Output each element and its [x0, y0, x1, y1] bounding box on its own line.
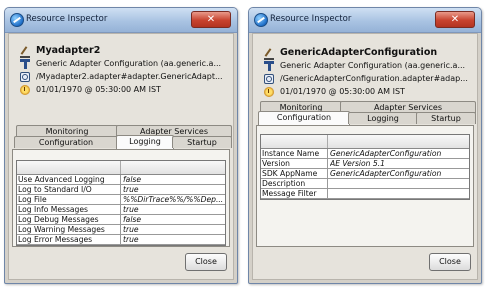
app-icon: [10, 13, 24, 27]
property-value: true: [123, 235, 139, 244]
table-row[interactable]: Log Error Messages true: [17, 235, 225, 245]
table-row[interactable]: Log Debug Messages false: [17, 215, 225, 225]
tab-logging[interactable]: Logging: [116, 135, 174, 149]
resource-type: Generic Adapter Configuration (aa.generi…: [280, 61, 466, 70]
app-icon: [254, 13, 268, 27]
resource-inspector-window-1: Resource Inspector ✕ Myadapter2 Generic …: [4, 7, 238, 284]
column-header-name[interactable]: [17, 161, 121, 174]
close-button[interactable]: Close: [185, 253, 227, 271]
tab-configuration[interactable]: Configuration: [258, 111, 350, 125]
property-name: Description: [262, 179, 328, 188]
resource-path: /Myadapter2.adapter#adapter.GenericAdapt…: [36, 72, 223, 81]
resource-date: 01/01/1970 @ 05:30:00 AM IST: [280, 87, 405, 96]
property-name: Version: [262, 159, 328, 168]
column-header-name[interactable]: [261, 135, 328, 148]
property-value: AE Version 5.1: [330, 159, 385, 168]
table-row[interactable]: Instance Name GenericAdapterConfiguratio…: [261, 149, 469, 159]
table-row[interactable]: Use Advanced Logging false: [17, 175, 225, 185]
tab-logging[interactable]: Logging: [348, 112, 418, 124]
property-value: GenericAdapterConfiguration: [330, 149, 442, 158]
resource-date: 01/01/1970 @ 05:30:00 AM IST: [36, 85, 161, 94]
property-table: Instance Name GenericAdapterConfiguratio…: [260, 134, 470, 200]
table-row[interactable]: Message Filter: [261, 189, 469, 199]
tab-strip: Monitoring Adapter Services Configuratio…: [256, 101, 476, 125]
table-row[interactable]: Log to Standard I/O true: [17, 185, 225, 195]
property-name: Log Error Messages: [18, 235, 121, 244]
property-name: Use Advanced Logging: [18, 175, 121, 184]
resource-name: GenericAdapterConfiguration: [280, 47, 438, 58]
table-row[interactable]: Log Warning Messages true: [17, 225, 225, 235]
resource-inspector-window-2: Resource Inspector ✕ GenericAdapterConfi…: [248, 7, 482, 284]
tab-strip: Monitoring Adapter Services Configuratio…: [12, 125, 232, 149]
property-value: [330, 179, 471, 188]
title-bar[interactable]: Resource Inspector ✕: [5, 8, 237, 33]
table-row[interactable]: Description: [261, 179, 469, 189]
property-value: true: [123, 185, 139, 194]
table-row[interactable]: Version AE Version 5.1: [261, 159, 469, 169]
property-name: Log Debug Messages: [18, 215, 121, 224]
table-header: [261, 135, 469, 149]
tab-startup[interactable]: Startup: [416, 112, 476, 124]
resource-path: /GenericAdapterConfiguration.adapter#ada…: [280, 74, 468, 83]
property-name: Instance Name: [262, 149, 328, 158]
property-value: false: [123, 215, 142, 224]
property-value: [330, 189, 471, 198]
clock-icon: [20, 85, 30, 95]
property-name: Log Info Messages: [18, 205, 121, 214]
property-name: Log to Standard I/O: [18, 185, 121, 194]
type-icon: [20, 59, 30, 69]
table-row[interactable]: Log Info Messages true: [17, 205, 225, 215]
property-name: Message Filter: [262, 189, 328, 198]
table-row[interactable]: SDK AppName GenericAdapterConfiguration: [261, 169, 469, 179]
clock-icon: [264, 87, 274, 97]
property-value: true: [123, 225, 139, 234]
property-value: %%DirTrace%%/%%Dep...: [123, 195, 224, 204]
inspector-content: GenericAdapterConfiguration Generic Adap…: [252, 33, 478, 280]
path-icon: [20, 72, 30, 82]
window-title: Resource Inspector: [270, 14, 352, 24]
path-icon: [264, 74, 274, 84]
inspector-content: Myadapter2 Generic Adapter Configuration…: [8, 33, 234, 280]
close-window-button[interactable]: ✕: [435, 11, 475, 28]
resource-name: Myadapter2: [36, 45, 101, 56]
type-icon: [264, 61, 274, 71]
property-name: SDK AppName: [262, 169, 328, 178]
close-window-button[interactable]: ✕: [191, 11, 231, 28]
tab-panel: Instance Name GenericAdapterConfiguratio…: [256, 125, 474, 247]
property-value: GenericAdapterConfiguration: [330, 169, 442, 178]
tab-configuration[interactable]: Configuration: [14, 136, 118, 148]
property-value: true: [123, 205, 139, 214]
table-row[interactable]: Log File %%DirTrace%%/%%Dep...: [17, 195, 225, 205]
tab-startup[interactable]: Startup: [172, 136, 232, 148]
close-button[interactable]: Close: [429, 253, 471, 271]
edit-icon: [264, 48, 274, 60]
tab-panel: Use Advanced Logging false Log to Standa…: [12, 149, 230, 247]
property-table: Use Advanced Logging false Log to Standa…: [16, 160, 226, 246]
window-title: Resource Inspector: [26, 14, 108, 24]
resource-header: Myadapter2 Generic Adapter Configuration…: [12, 42, 230, 112]
property-value: false: [123, 175, 142, 184]
title-bar[interactable]: Resource Inspector ✕: [249, 8, 481, 33]
edit-icon: [20, 46, 30, 58]
table-header: [17, 161, 225, 175]
property-name: Log File: [18, 195, 121, 204]
property-name: Log Warning Messages: [18, 225, 121, 234]
resource-type: Generic Adapter Configuration (aa.generi…: [36, 59, 222, 68]
